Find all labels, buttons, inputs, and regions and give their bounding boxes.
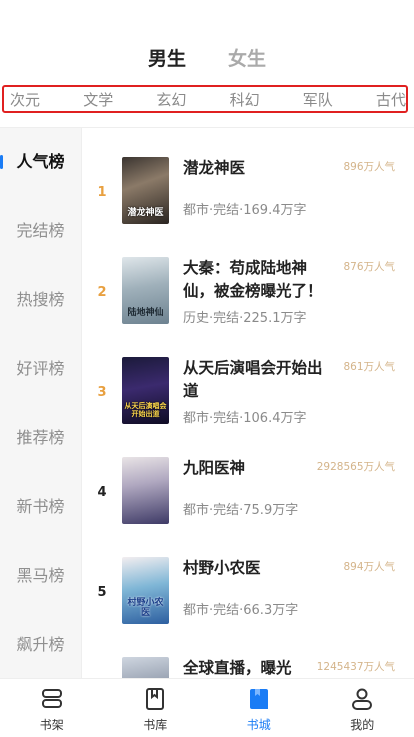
bottom-tab-bar: 书架 书库 书城 我的 <box>0 678 414 737</box>
tab-label: 书库 <box>143 716 167 733</box>
book-cover <box>122 657 169 678</box>
sidebar-item-label: 好评榜 <box>16 359 64 378</box>
rank-number: 2 <box>94 285 110 300</box>
category-xuanhuan[interactable]: 玄幻 <box>156 89 186 110</box>
book-cover: 村野小农医 <box>122 557 169 624</box>
book-title: 村野小农医 <box>183 557 328 580</box>
book-meta: 都市·完结·75.9万字 <box>183 499 298 518</box>
rank-number: 3 <box>94 385 110 400</box>
sidebar-item-label: 人气榜 <box>16 152 64 171</box>
list-item[interactable]: 4 九阳医神 都市·完结·75.9万字 2928565万人气 <box>82 457 414 557</box>
tab-female[interactable]: 女生 <box>228 44 266 74</box>
sidebar-item-completed[interactable]: 完结榜 <box>0 216 81 246</box>
library-icon <box>142 686 168 712</box>
popularity-count: 861万人气 <box>343 359 395 374</box>
category-ciyuan[interactable]: 次元 <box>10 89 40 110</box>
sidebar-item-label: 飙升榜 <box>16 635 64 654</box>
popularity-count: 894万人气 <box>343 559 395 574</box>
list-item[interactable]: 1 潜龙神医 潜龙神医 都市·完结·169.4万字 896万人气 <box>82 157 414 257</box>
rank-number: 4 <box>94 485 110 500</box>
cover-title: 村野小农医 <box>124 598 167 618</box>
book-cover: 潜龙神医 <box>122 157 169 224</box>
rank-number: 1 <box>94 185 110 200</box>
sidebar-item-label: 黑马榜 <box>16 566 64 585</box>
tab-label: 书城 <box>247 716 271 733</box>
book-meta: 都市·完结·169.4万字 <box>183 199 306 218</box>
popularity-count: 2928565万人气 <box>317 459 395 474</box>
cover-title: 从天后演唱会开始出道 <box>124 402 167 418</box>
sidebar-item-dark-horse[interactable]: 黑马榜 <box>0 561 81 591</box>
book-title: 全球直播，曝光 <box>183 657 328 678</box>
category-jundui[interactable]: 军队 <box>303 89 333 110</box>
sidebar-item-label: 推荐榜 <box>16 428 64 447</box>
book-meta: 都市·完结·66.3万字 <box>183 599 298 618</box>
popularity-count: 876万人气 <box>343 259 395 274</box>
category-wenxue[interactable]: 文学 <box>83 89 113 110</box>
sidebar-item-recommended[interactable]: 推荐榜 <box>0 423 81 453</box>
tab-bookstore[interactable]: 书城 <box>207 679 311 737</box>
category-strip: 次元 文学 玄幻 科幻 军队 古代 <box>2 85 408 113</box>
tab-library[interactable]: 书库 <box>104 679 208 737</box>
book-list: 1 潜龙神医 潜龙神医 都市·完结·169.4万字 896万人气 2 陆地神仙 … <box>82 128 414 678</box>
book-title: 从天后演唱会开始出道 <box>183 357 328 403</box>
sidebar-item-popularity[interactable]: 人气榜 <box>0 147 81 177</box>
popularity-count: 896万人气 <box>343 159 395 174</box>
list-item[interactable]: 2 陆地神仙 大秦：苟成陆地神仙，被金榜曝光了！ 历史·完结·225.1万字 8… <box>82 257 414 357</box>
tab-label: 我的 <box>350 716 374 733</box>
tab-bookshelf[interactable]: 书架 <box>0 679 104 737</box>
sidebar-item-new-books[interactable]: 新书榜 <box>0 492 81 522</box>
book-title: 大秦：苟成陆地神仙，被金榜曝光了！ <box>183 257 328 303</box>
tab-male[interactable]: 男生 <box>148 44 186 74</box>
tab-label: 书架 <box>40 716 64 733</box>
sidebar-item-label: 完结榜 <box>16 221 64 240</box>
sidebar-item-top-rated[interactable]: 好评榜 <box>0 354 81 384</box>
list-item[interactable]: 全球直播，曝光 1245437万人气 <box>82 657 414 678</box>
ranking-sidebar: 人气榜 完结榜 热搜榜 好评榜 推荐榜 新书榜 黑马榜 飙升榜 <box>0 128 82 678</box>
gender-tabs: 男生 女生 <box>0 44 414 74</box>
list-item[interactable]: 5 村野小农医 村野小农医 都市·完结·66.3万字 894万人气 <box>82 557 414 657</box>
bookstore-icon <box>246 686 272 712</box>
book-cover: 陆地神仙 <box>122 257 169 324</box>
active-indicator <box>0 155 3 169</box>
popularity-count: 1245437万人气 <box>317 659 395 674</box>
book-meta: 历史·完结·225.1万字 <box>183 307 306 326</box>
category-kehuan[interactable]: 科幻 <box>230 89 260 110</box>
book-meta: 都市·完结·106.4万字 <box>183 407 306 426</box>
cover-title: 陆地神仙 <box>124 308 167 318</box>
tab-profile[interactable]: 我的 <box>311 679 414 737</box>
bookshelf-icon <box>39 686 65 712</box>
book-title: 九阳医神 <box>183 457 328 480</box>
rank-number: 5 <box>94 585 110 600</box>
book-cover <box>122 457 169 524</box>
book-title: 潜龙神医 <box>183 157 328 180</box>
profile-icon <box>349 686 375 712</box>
sidebar-item-label: 热搜榜 <box>16 290 64 309</box>
category-gudai[interactable]: 古代 <box>376 89 406 110</box>
list-item[interactable]: 3 从天后演唱会开始出道 从天后演唱会开始出道 都市·完结·106.4万字 86… <box>82 357 414 457</box>
sidebar-item-rising[interactable]: 飙升榜 <box>0 630 81 660</box>
sidebar-item-label: 新书榜 <box>16 497 64 516</box>
book-cover: 从天后演唱会开始出道 <box>122 357 169 424</box>
sidebar-item-hot-search[interactable]: 热搜榜 <box>0 285 81 315</box>
cover-title: 潜龙神医 <box>124 208 167 218</box>
